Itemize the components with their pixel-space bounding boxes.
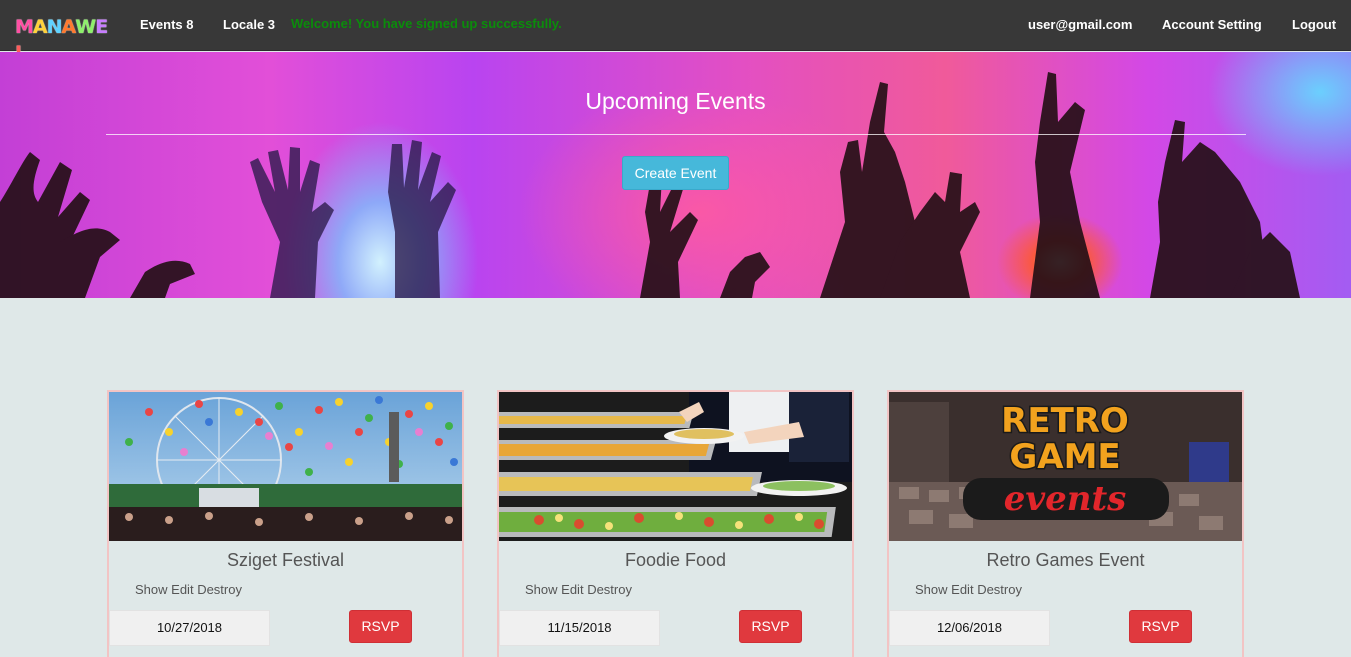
show-link[interactable]: Show (525, 582, 558, 597)
event-actions: Show Edit Destroy (525, 582, 632, 597)
nav-account-setting-link[interactable]: Account Setting (1162, 17, 1262, 32)
nav-logout-link[interactable]: Logout (1292, 17, 1336, 32)
event-card: RETRO GAME events Retro Games Event Show… (887, 390, 1244, 657)
nav-events-link[interactable]: Events 8 (140, 17, 193, 32)
destroy-link[interactable]: Destroy (977, 582, 1022, 597)
event-title: Retro Games Event (986, 550, 1145, 570)
retro-game-events-image[interactable]: RETRO GAME events (889, 392, 1242, 541)
event-title: Sziget Festival (226, 550, 345, 570)
top-navbar: MANAWEI Events 8 Locale 3 Welcome! You h… (0, 0, 1351, 64)
rsvp-button[interactable]: RSVP (1129, 610, 1192, 643)
show-link[interactable]: Show (915, 582, 948, 597)
event-card: Foodie Food Show Edit Destroy 11/15/2018… (497, 390, 854, 657)
hero-title: Upcoming Events (585, 88, 766, 114)
event-date: 11/15/2018 (499, 610, 660, 646)
create-event-button[interactable]: Create Event (622, 156, 729, 190)
nav-locale-link[interactable]: Locale 3 (223, 17, 275, 32)
brand-logo[interactable]: MANAWEI (15, 14, 111, 64)
rsvp-button[interactable]: RSVP (739, 610, 802, 643)
event-date: 10/27/2018 (109, 610, 270, 646)
game-text: GAME (1009, 437, 1120, 477)
rsvp-button[interactable]: RSVP (349, 610, 412, 643)
event-actions: Show Edit Destroy (915, 582, 1022, 597)
destroy-link[interactable]: Destroy (197, 582, 242, 597)
hero-banner: Upcoming Events Create Event (0, 52, 1351, 298)
festival-ferris-wheel-image[interactable] (109, 392, 462, 541)
edit-link[interactable]: Edit (561, 582, 583, 597)
event-date: 12/06/2018 (889, 610, 1050, 646)
retro-text: RETRO (1001, 401, 1129, 441)
events-text: events (1004, 479, 1127, 519)
buffet-food-image[interactable] (499, 392, 852, 541)
event-card: Sziget Festival Show Edit Destroy 10/27/… (107, 390, 464, 657)
event-title: Foodie Food (624, 550, 727, 570)
edit-link[interactable]: Edit (171, 582, 193, 597)
nav-user-email[interactable]: user@gmail.com (1028, 17, 1132, 32)
destroy-link[interactable]: Destroy (587, 582, 632, 597)
hero-divider (106, 134, 1246, 135)
event-actions: Show Edit Destroy (135, 582, 242, 597)
edit-link[interactable]: Edit (951, 582, 973, 597)
flash-message: Welcome! You have signed up successfully… (291, 16, 562, 31)
show-link[interactable]: Show (135, 582, 168, 597)
